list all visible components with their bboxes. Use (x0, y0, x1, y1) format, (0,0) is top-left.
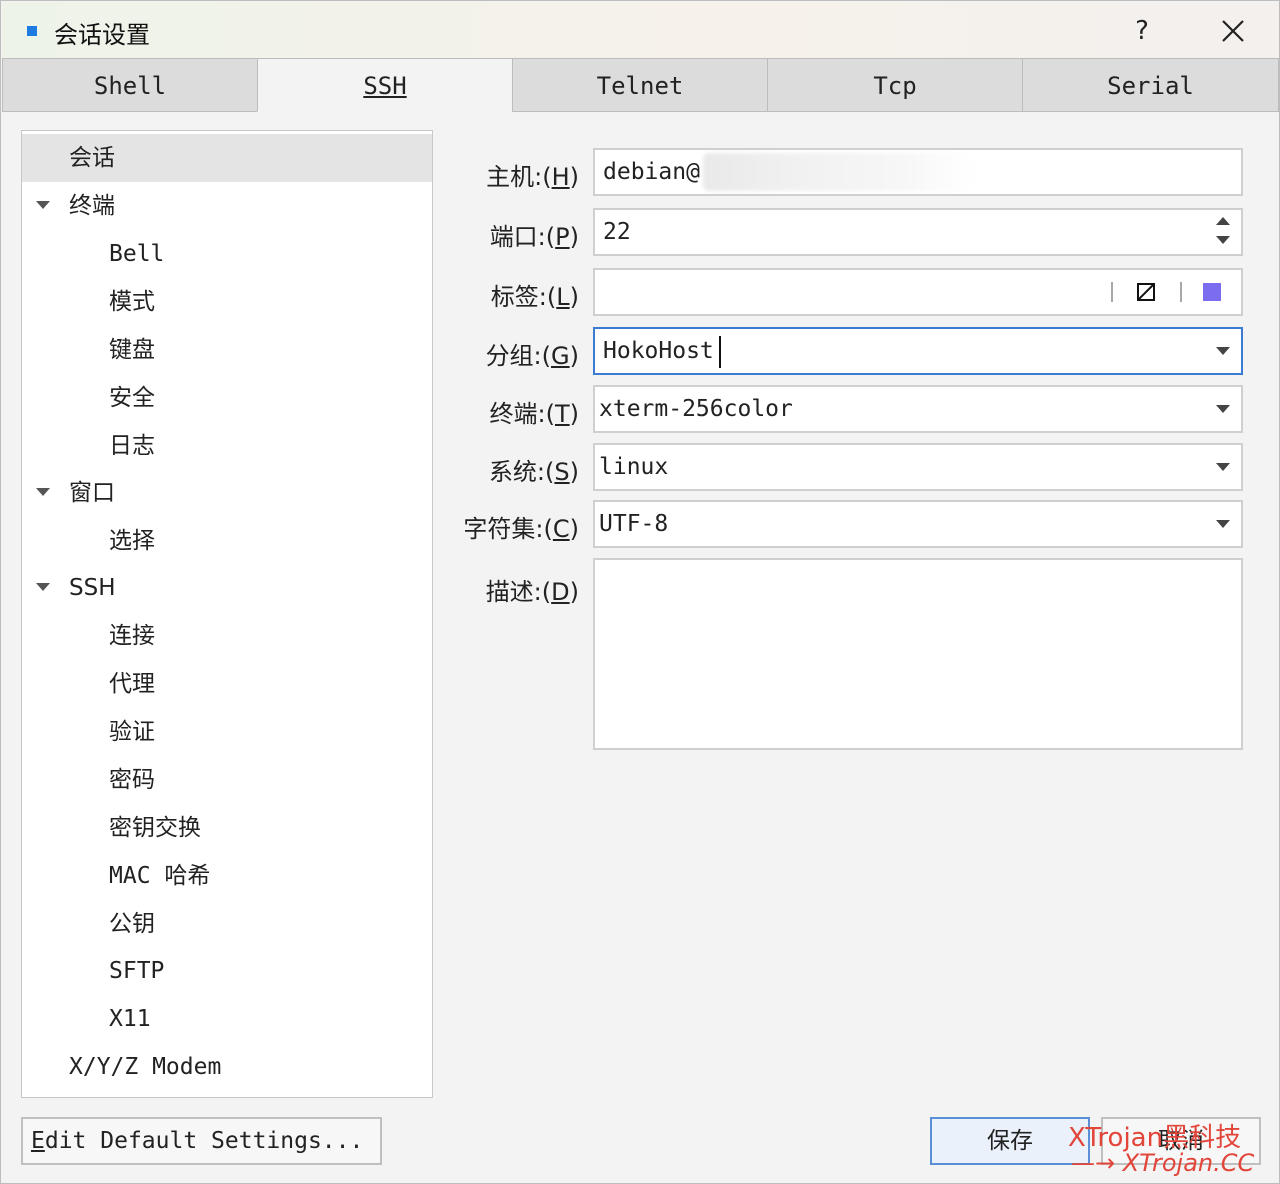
tag-input[interactable] (593, 268, 1243, 316)
tree-item-ssh[interactable]: SSH (22, 564, 432, 612)
color-swatch-icon[interactable] (1203, 283, 1221, 301)
group-combobox[interactable]: HokoHost (593, 327, 1243, 375)
tab-tcp[interactable]: Tcp (767, 58, 1023, 112)
close-icon[interactable] (1212, 10, 1254, 52)
app-icon (27, 26, 37, 36)
tree-item-proxy[interactable]: 代理 (22, 660, 432, 708)
tree-item-label: SFTP (109, 958, 165, 984)
port-label: 端口:(P) (489, 223, 579, 251)
tree-item-label: SSH (69, 575, 116, 601)
tree-item-label: 密钥交换 (109, 815, 201, 841)
edit-default-settings-button[interactable]: Edit Default Settings... (21, 1117, 382, 1165)
host-label: 主机:(H) (486, 163, 579, 191)
tab-telnet[interactable]: Telnet (512, 58, 768, 112)
terminal-select[interactable]: xterm-256color (593, 385, 1243, 433)
tree-item-bell[interactable]: Bell (22, 230, 432, 278)
settings-tree: 会话 终端 Bell 模式 键盘 安全 日志 窗口 选择 SSH 连接 代理 验… (21, 130, 433, 1098)
tree-item-password[interactable]: 密码 (22, 756, 432, 804)
description-textarea[interactable] (593, 558, 1243, 750)
spin-up-icon[interactable] (1216, 217, 1230, 225)
spin-down-icon[interactable] (1216, 236, 1230, 244)
expand-arrow-icon[interactable] (36, 488, 50, 496)
tree-item-security[interactable]: 安全 (22, 374, 432, 422)
tree-item-auth[interactable]: 验证 (22, 708, 432, 756)
tab-shell[interactable]: Shell (2, 58, 258, 112)
chevron-down-icon[interactable] (1216, 520, 1230, 528)
no-color-icon[interactable] (1135, 281, 1157, 303)
tree-item-xyz-modem[interactable]: X/Y/Z Modem (22, 1043, 432, 1091)
group-value: HokoHost (603, 338, 714, 364)
tree-item-label: 代理 (109, 671, 155, 697)
charset-label: 字符集:(C) (463, 515, 579, 543)
expand-arrow-icon[interactable] (36, 583, 50, 591)
tree-item-label: 验证 (109, 719, 155, 745)
terminal-label: 终端:(T) (489, 400, 580, 428)
tree-item-keyboard[interactable]: 键盘 (22, 326, 432, 374)
help-button[interactable]: ? (1126, 12, 1158, 50)
tree-item-label: 终端 (69, 193, 115, 219)
tree-item-label: MAC 哈希 (109, 863, 211, 889)
terminal-value: xterm-256color (599, 396, 793, 422)
tree-item-selection[interactable]: 选择 (22, 517, 432, 565)
tree-item-label: 安全 (109, 385, 155, 411)
tab-label: Shell (93, 72, 167, 100)
tree-item-label: X11 (109, 1006, 151, 1032)
tree-item-label: 连接 (109, 623, 155, 649)
tab-label: Telnet (596, 72, 684, 100)
watermark-url: —→ XTrojan.CC (1071, 1149, 1255, 1177)
tag-label: 标签:(L) (490, 283, 579, 311)
chevron-down-icon[interactable] (1216, 347, 1230, 355)
tree-item-mode[interactable]: 模式 (22, 278, 432, 326)
tree-item-mac-hash[interactable]: MAC 哈希 (22, 852, 432, 900)
title-bar: 会话设置 ? (2, 2, 1279, 58)
port-value: 22 (603, 219, 631, 245)
tree-item-label: 密码 (109, 767, 155, 793)
tab-label: SSH (363, 72, 407, 100)
tree-item-label: 日志 (109, 433, 155, 459)
tree-item-label: 公钥 (109, 911, 155, 937)
system-label: 系统:(S) (488, 458, 579, 486)
expand-arrow-icon[interactable] (36, 201, 50, 209)
save-button[interactable]: 保存 (930, 1117, 1090, 1165)
chevron-down-icon[interactable] (1216, 405, 1230, 413)
tree-item-label: 窗口 (69, 480, 115, 506)
chevron-down-icon[interactable] (1216, 463, 1230, 471)
system-value: linux (599, 454, 669, 480)
host-input[interactable]: debian@ (593, 148, 1243, 196)
charset-value: UTF-8 (599, 511, 669, 537)
tree-item-x11[interactable]: X11 (22, 995, 432, 1043)
separator (1111, 282, 1113, 302)
tab-serial[interactable]: Serial (1022, 58, 1279, 112)
tree-item-log[interactable]: 日志 (22, 422, 432, 470)
tree-item-public-key[interactable]: 公钥 (22, 900, 432, 948)
text-caret (719, 336, 721, 368)
tab-ssh[interactable]: SSH (257, 58, 513, 112)
description-label: 描述:(D) (485, 578, 579, 606)
tree-item-label: 选择 (109, 528, 155, 554)
window-title: 会话设置 (54, 21, 150, 49)
tree-item-window[interactable]: 窗口 (22, 469, 432, 517)
host-value: debian@ (603, 159, 700, 185)
tree-item-label: 模式 (109, 289, 155, 315)
tab-label: Serial (1107, 72, 1194, 100)
tree-item-session[interactable]: 会话 (22, 134, 432, 182)
charset-select[interactable]: UTF-8 (593, 500, 1243, 548)
tree-item-label: Bell (109, 241, 165, 267)
tree-item-key-exchange[interactable]: 密钥交换 (22, 804, 432, 852)
tree-item-label: 会话 (69, 145, 115, 171)
tree-item-label: X/Y/Z Modem (69, 1054, 222, 1080)
tree-item-connection[interactable]: 连接 (22, 612, 432, 660)
port-spinbox[interactable]: 22 (593, 208, 1243, 256)
separator (1180, 282, 1182, 302)
session-settings-dialog: 会话设置 ? Shell SSH Telnet Tcp Serial 会话 终端… (0, 0, 1280, 1184)
tree-item-terminal[interactable]: 终端 (22, 182, 432, 230)
redacted-host-blur (703, 153, 975, 191)
system-select[interactable]: linux (593, 443, 1243, 491)
tree-item-sftp[interactable]: SFTP (22, 947, 432, 995)
group-label: 分组:(G) (485, 342, 579, 370)
protocol-tabs: Shell SSH Telnet Tcp Serial (2, 58, 1279, 112)
tab-label: Tcp (873, 72, 917, 100)
tree-item-label: 键盘 (109, 337, 155, 363)
